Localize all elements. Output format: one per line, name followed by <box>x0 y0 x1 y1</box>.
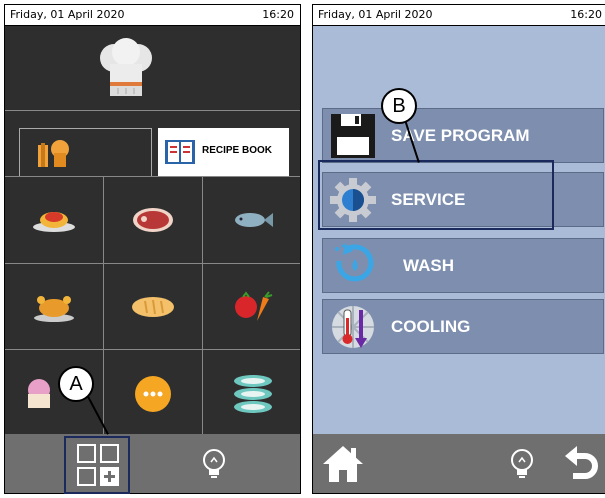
back-arrow-icon[interactable] <box>565 446 599 482</box>
more-icon <box>135 375 171 412</box>
menu-wash[interactable]: WASH <box>322 238 604 293</box>
recipe-book-label: RECIPE BOOK <box>202 145 273 156</box>
menu-cooling[interactable]: COOLING <box>322 299 604 354</box>
light-bulb-icon[interactable] <box>201 448 227 480</box>
bottom-bar <box>5 434 300 493</box>
menu-label: COOLING <box>391 317 471 336</box>
highlight-a <box>64 436 130 494</box>
highlight-b <box>318 160 554 230</box>
status-bar: Friday, 01 April 2020 16:20 <box>5 5 300 26</box>
left-screen: Friday, 01 April 2020 16:20 RECIPE BOOK <box>4 4 301 494</box>
category-pasta[interactable] <box>5 177 104 264</box>
menu-save-program[interactable]: SAVE PROGRAM <box>322 108 604 163</box>
cooling-thermometer-icon <box>332 306 374 348</box>
wash-cycle-icon <box>335 243 374 282</box>
plates-icon <box>233 374 272 413</box>
chef-header[interactable] <box>5 26 300 111</box>
tab-chef-programs[interactable] <box>19 128 152 176</box>
category-grid <box>5 176 300 437</box>
floppy-disk-icon <box>331 114 375 158</box>
bottom-bar <box>313 434 605 493</box>
dessert-icon <box>28 378 50 408</box>
status-date: Friday, 01 April 2020 <box>10 8 125 21</box>
recipe-book-icon <box>165 140 195 164</box>
light-bulb-icon[interactable] <box>509 448 535 480</box>
menu-label: WASH <box>403 256 454 275</box>
callout-b: B <box>381 88 417 124</box>
right-screen: Friday, 01 April 2020 16:20 SAVE PROGRAM… <box>312 4 605 494</box>
category-bread[interactable] <box>104 264 203 350</box>
status-bar: Friday, 01 April 2020 16:20 <box>313 5 605 26</box>
category-vegetables[interactable] <box>203 264 300 350</box>
status-date: Friday, 01 April 2020 <box>318 8 433 21</box>
status-time: 16:20 <box>262 8 294 21</box>
vegetables-icon <box>234 290 272 321</box>
category-meat[interactable] <box>104 177 203 264</box>
home-icon[interactable] <box>321 444 365 484</box>
bread-icon <box>132 296 174 317</box>
poultry-icon <box>34 295 74 322</box>
status-time: 16:20 <box>570 8 602 21</box>
pasta-icon <box>33 212 75 232</box>
category-more[interactable] <box>104 350 203 437</box>
callout-a: A <box>58 366 94 402</box>
tab-recipe-book[interactable]: RECIPE BOOK <box>158 128 289 176</box>
category-poultry[interactable] <box>5 264 104 350</box>
category-fish[interactable] <box>203 177 300 264</box>
chef-hat-icon <box>100 38 152 96</box>
chef-books-icon <box>38 140 69 167</box>
fish-icon <box>234 213 273 227</box>
meat-icon <box>133 208 173 232</box>
category-plates[interactable] <box>203 350 300 437</box>
